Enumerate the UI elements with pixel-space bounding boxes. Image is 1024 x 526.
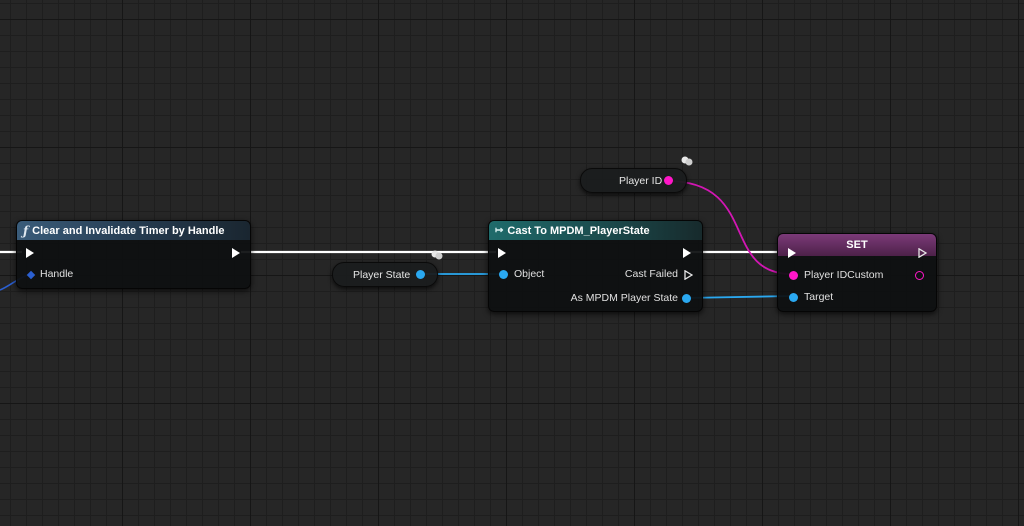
player-id-custom-output-pin[interactable]: [915, 271, 924, 280]
handle-pin-icon[interactable]: [26, 270, 36, 280]
player-id-reroute-icon: [681, 156, 693, 166]
set-exec-out-pin[interactable]: [918, 248, 927, 258]
handle-pin-label: Handle: [40, 268, 74, 280]
set-title: SET: [846, 239, 868, 251]
function-icon: ƒ: [23, 223, 29, 238]
object-pin[interactable]: [499, 270, 508, 279]
exec-in-pin[interactable]: [26, 248, 34, 258]
cast-header[interactable]: ↦ Cast To MPDM_PlayerState: [489, 221, 702, 240]
clear-timer-title: Clear and Invalidate Timer by Handle: [32, 224, 225, 237]
player-state-variable-node[interactable]: Player State: [332, 262, 438, 287]
player-state-label: Player State: [353, 268, 411, 281]
clear-timer-header[interactable]: ƒ Clear and Invalidate Timer by Handle: [17, 221, 250, 240]
cast-node[interactable]: ↦ Cast To MPDM_PlayerState Object Cast F…: [488, 220, 703, 312]
target-pin[interactable]: [789, 293, 798, 302]
cast-exec-out-pin[interactable]: [683, 248, 691, 258]
set-header[interactable]: SET: [778, 234, 936, 256]
cast-icon: ↦: [495, 225, 504, 236]
target-pin-label: Target: [804, 291, 834, 303]
cast-exec-in-pin[interactable]: [498, 248, 506, 258]
cast-title: Cast To MPDM_PlayerState: [507, 224, 650, 237]
player-id-custom-label: Player IDCustom: [804, 269, 884, 281]
set-node[interactable]: SET Player IDCustom Target: [777, 233, 937, 312]
player-id-output-pin[interactable]: [664, 176, 673, 185]
player-id-variable-node[interactable]: Player ID: [580, 168, 687, 193]
as-player-state-pin[interactable]: [682, 294, 691, 303]
object-pin-label: Object: [514, 268, 545, 280]
clear-timer-node[interactable]: ƒ Clear and Invalidate Timer by Handle H…: [16, 220, 251, 289]
cast-failed-pin[interactable]: [684, 270, 693, 280]
player-id-custom-input-pin[interactable]: [789, 271, 798, 280]
player-state-output-pin[interactable]: [416, 270, 425, 279]
player-state-reroute-icon: [431, 250, 443, 260]
player-id-label: Player ID: [619, 174, 663, 187]
exec-out-pin[interactable]: [232, 248, 240, 258]
set-exec-in-pin[interactable]: [788, 248, 796, 258]
cast-failed-label: Cast Failed: [624, 268, 678, 280]
as-player-state-label: As MPDM Player State: [570, 292, 678, 304]
